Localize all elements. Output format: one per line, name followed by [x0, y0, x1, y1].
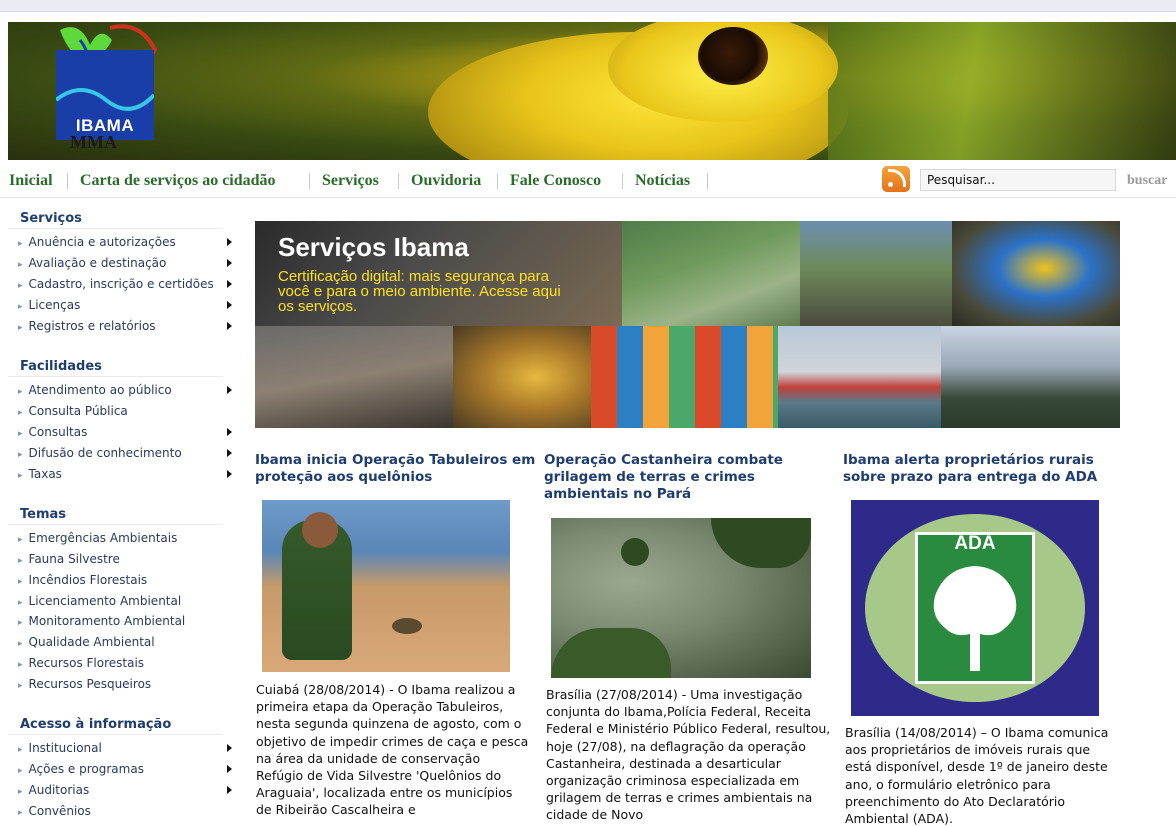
bullet-icon: ▸ [18, 239, 23, 249]
submenu-arrow-icon[interactable] [227, 280, 232, 288]
ada-logo-text: ADA [954, 533, 996, 554]
sidebar-item-recursos-pesqueiros[interactable]: ▸ Recursos Pesqueiros [18, 677, 151, 691]
submenu-arrow-icon[interactable] [227, 786, 232, 794]
sidebar-item-recursos-florestais[interactable]: ▸ Recursos Florestais [18, 656, 144, 670]
sidebar-item-qualidade[interactable]: ▸ Qualidade Ambiental [18, 635, 155, 649]
news-image-3[interactable]: ADA [851, 500, 1099, 716]
bullet-icon: ▸ [18, 808, 23, 818]
bullet-icon: ▸ [18, 618, 23, 628]
sidebar-item-consulta-publica[interactable]: ▸ Consulta Pública [18, 404, 128, 418]
submenu-arrow-icon[interactable] [227, 259, 232, 267]
sidebar-item-atendimento[interactable]: ▸ Atendimento ao público [18, 383, 172, 397]
bullet-icon: ▸ [18, 639, 23, 649]
sidebar-section-title: Acesso à informação [20, 717, 172, 732]
bullet-icon: ▸ [18, 302, 23, 312]
sidebar-item-emergencias[interactable]: ▸ Emergências Ambientais [18, 531, 177, 545]
news-title-3[interactable]: Ibama alerta proprietários rurais sobre … [843, 452, 1113, 486]
sidebar-section-title: Serviços [20, 211, 82, 226]
logo-sub-text: MMA [70, 132, 117, 152]
bullet-icon: ▸ [18, 260, 23, 270]
bullet-icon: ▸ [18, 281, 23, 291]
submenu-arrow-icon[interactable] [227, 744, 232, 752]
bullet-icon: ▸ [18, 535, 23, 545]
bullet-icon: ▸ [18, 787, 23, 797]
sidebar-item-institucional[interactable]: ▸ Institucional [18, 741, 102, 755]
search-button[interactable]: buscar [1127, 173, 1167, 189]
bullet-icon: ▸ [18, 660, 23, 670]
bullet-icon: ▸ [18, 681, 23, 691]
sidebar-item-anuencia[interactable]: ▸ Anuência e autorizações [18, 235, 176, 249]
news-text-2: Brasília (27/08/2014) - Uma investigação… [546, 687, 831, 823]
search-input[interactable]: Pesquisar... [920, 169, 1116, 191]
submenu-arrow-icon[interactable] [227, 301, 232, 309]
news-image-2[interactable] [551, 518, 811, 678]
bullet-icon: ▸ [18, 387, 23, 397]
hero-subtitle[interactable]: Certificação digital: mais segurança par… [278, 269, 568, 314]
sidebar-item-consultas[interactable]: ▸ Consultas [18, 425, 87, 439]
sidebar-item-avaliacao[interactable]: ▸ Avaliação e destinação [18, 256, 166, 270]
sidebar-item-licenciamento[interactable]: ▸ Licenciamento Ambiental [18, 594, 181, 608]
nav-item-inicial[interactable]: Inicial [9, 172, 53, 190]
hero-title: Serviços Ibama [278, 232, 469, 262]
nav-item-carta-servicos[interactable]: Carta de serviços ao cidadão [80, 172, 276, 190]
bullet-icon: ▸ [18, 577, 23, 587]
bullet-icon: ▸ [18, 429, 23, 439]
sidebar-item-difusao[interactable]: ▸ Difusão de conhecimento [18, 446, 182, 460]
nav-item-fale-conosco[interactable]: Fale Conosco [510, 172, 601, 190]
browser-top-strip [0, 0, 1176, 12]
nav-item-servicos[interactable]: Serviços [322, 172, 379, 190]
news-text-1: Cuiabá (28/08/2014) - O Ibama realizou a… [256, 682, 529, 818]
tree-icon [933, 566, 1017, 671]
bullet-icon: ▸ [18, 323, 23, 333]
header-banner [8, 22, 1176, 160]
bullet-icon: ▸ [18, 745, 23, 755]
nav-item-ouvidoria[interactable]: Ouvidoria [411, 172, 481, 190]
sidebar-section-title: Facilidades [20, 359, 102, 374]
sidebar-item-monitoramento[interactable]: ▸ Monitoramento Ambiental [18, 614, 185, 628]
bullet-icon: ▸ [18, 556, 23, 566]
submenu-arrow-icon[interactable] [227, 470, 232, 478]
sidebar-item-incendios[interactable]: ▸ Incêndios Florestais [18, 573, 147, 587]
news-title-1[interactable]: Ibama inicia Operação Tabuleiros em prot… [255, 452, 540, 486]
rss-feed-icon[interactable] [882, 166, 910, 192]
bullet-icon: ▸ [18, 450, 23, 460]
bullet-icon: ▸ [18, 471, 23, 481]
nav-item-noticias[interactable]: Notícias [635, 172, 690, 190]
sidebar-item-cadastro[interactable]: ▸ Cadastro, inscrição e certidões [18, 277, 214, 291]
sidebar-item-convenios[interactable]: ▸ Convênios [18, 804, 91, 818]
sidebar-item-registros[interactable]: ▸ Registros e relatórios [18, 319, 156, 333]
sidebar-item-taxas[interactable]: ▸ Taxas [18, 467, 62, 481]
news-title-2[interactable]: Operação Castanheira combate grilagem de… [544, 452, 814, 503]
submenu-arrow-icon[interactable] [227, 386, 232, 394]
sidebar-item-auditorias[interactable]: ▸ Auditorias [18, 783, 89, 797]
sidebar-item-acoes[interactable]: ▸ Ações e programas [18, 762, 144, 776]
submenu-arrow-icon[interactable] [227, 449, 232, 457]
ibama-logo[interactable]: IBAMA MMA [50, 20, 160, 152]
bullet-icon: ▸ [18, 766, 23, 776]
news-image-1[interactable] [262, 500, 510, 672]
news-text-3: Brasília (14/08/2014) – O Ibama comunica… [845, 725, 1109, 827]
bullet-icon: ▸ [18, 408, 23, 418]
sidebar-item-fauna[interactable]: ▸ Fauna Silvestre [18, 552, 120, 566]
submenu-arrow-icon[interactable] [227, 322, 232, 330]
bullet-icon: ▸ [18, 598, 23, 608]
submenu-arrow-icon[interactable] [227, 765, 232, 773]
sidebar-section-title: Temas [20, 507, 67, 522]
submenu-arrow-icon[interactable] [227, 428, 232, 436]
submenu-arrow-icon[interactable] [227, 238, 232, 246]
sidebar-item-licencas[interactable]: ▸ Licenças [18, 298, 80, 312]
